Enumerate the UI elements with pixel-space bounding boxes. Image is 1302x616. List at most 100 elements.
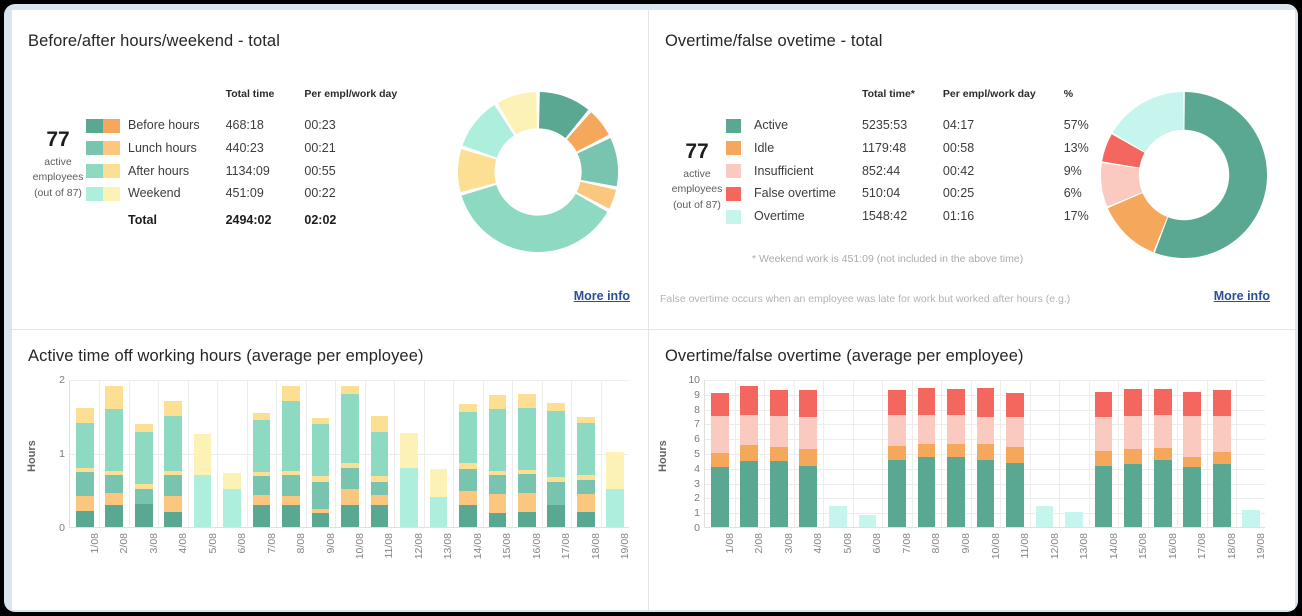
bar-segment — [740, 460, 759, 527]
page-title: Overtime/false ovetime - total — [665, 32, 883, 50]
bar-column[interactable] — [1065, 511, 1083, 527]
weekend-work-note: * Weekend work is 451:09 (not included i… — [752, 253, 1024, 265]
active-employees-count: 77 — [685, 140, 709, 163]
bar-segment — [370, 416, 389, 432]
bar-segment — [75, 471, 94, 496]
bar-segment — [341, 467, 359, 489]
legend-swatch-false-overtime — [726, 182, 754, 205]
bar-column[interactable] — [888, 390, 906, 527]
legend-swatch-active — [726, 114, 754, 137]
bar-column[interactable] — [829, 506, 847, 527]
bar-column[interactable] — [740, 385, 759, 527]
bar-segment — [1183, 466, 1202, 527]
bar-column[interactable] — [75, 408, 94, 527]
bar-segment — [547, 410, 566, 478]
row-total-time: 5235:53 — [861, 118, 908, 133]
bar-segment — [576, 474, 595, 480]
table-row: Idle 1179:48 00:58 13% — [726, 137, 1089, 160]
y-axis-tick: 2 — [59, 374, 65, 386]
y-axis-tick: 3 — [694, 477, 700, 490]
more-info-link-before-after[interactable]: More info — [574, 289, 630, 303]
legend-table-overtime: Total time* Per empl/work day % Active 5… — [726, 88, 1089, 228]
bar-column[interactable] — [1094, 391, 1113, 527]
table-row: Insufficient 852:44 00:42 9% — [726, 159, 1089, 182]
bar-segment — [164, 415, 182, 471]
bar-segment — [400, 467, 418, 527]
bar-segment — [799, 416, 818, 450]
bar-segment — [888, 445, 906, 461]
bar-column[interactable] — [459, 403, 477, 527]
more-info-link-overtime[interactable]: More info — [1214, 289, 1270, 303]
bar-column[interactable] — [1153, 388, 1172, 527]
bar-column[interactable] — [164, 400, 182, 527]
bar-column[interactable] — [1035, 506, 1054, 527]
bar-column[interactable] — [799, 389, 818, 527]
bar-segment — [976, 416, 995, 445]
bar-column[interactable] — [105, 385, 124, 527]
bar-column[interactable] — [282, 385, 300, 527]
bar-column[interactable] — [710, 393, 729, 527]
bar-segment — [917, 413, 936, 445]
bar-segment — [341, 504, 359, 527]
donut-chart-before-after-hours — [452, 92, 624, 252]
bar-column[interactable] — [341, 385, 359, 527]
y-axis-tick: 1 — [59, 448, 65, 460]
bar-column[interactable] — [1242, 510, 1261, 527]
bar-column[interactable] — [976, 388, 995, 527]
y-axis-tick: 7 — [694, 418, 700, 431]
table-row-total: Total 2494:02 02:02 — [86, 205, 397, 231]
bar-segment — [164, 511, 182, 527]
bar-column[interactable] — [370, 416, 389, 527]
bar-segment — [164, 400, 182, 416]
x-axis-tick: 17/08 — [1196, 533, 1209, 560]
bar-column[interactable] — [547, 402, 566, 527]
bar-column[interactable] — [917, 388, 936, 527]
y-axis-tick: 1 — [694, 507, 700, 520]
bar-segment — [400, 433, 418, 468]
emp-line-1: active — [683, 168, 711, 181]
x-axis-tick: 15/08 — [1137, 533, 1150, 560]
bar-column[interactable] — [134, 424, 153, 527]
emp-line-1: active — [44, 156, 72, 169]
row-label: Active — [754, 118, 789, 133]
row-percent: 57% — [1063, 118, 1089, 133]
bar-column[interactable] — [193, 433, 212, 527]
bar-segment — [370, 481, 389, 496]
bar-column[interactable] — [223, 473, 241, 527]
bar-segment — [947, 443, 965, 458]
bar-column[interactable] — [252, 413, 271, 527]
bar-segment — [252, 504, 271, 527]
bar-segment — [1094, 464, 1113, 527]
bar-segment — [252, 470, 271, 476]
bar-column[interactable] — [1183, 391, 1202, 527]
x-axis-tick: 4/08 — [812, 533, 825, 554]
bar-segment — [606, 452, 625, 489]
bar-column[interactable] — [769, 390, 788, 527]
bar-column[interactable] — [488, 394, 507, 527]
bar-column[interactable] — [400, 433, 418, 527]
bar-column[interactable] — [576, 416, 595, 527]
bar-segment — [518, 511, 536, 527]
y-axis-title: Hours — [26, 440, 38, 472]
bar-segment — [947, 456, 965, 527]
bar-segment — [976, 388, 995, 417]
bar-column[interactable] — [311, 417, 330, 527]
bar-column[interactable] — [429, 468, 448, 527]
bar-segment — [976, 459, 995, 527]
bar-column[interactable] — [606, 452, 625, 527]
row-total-time: 440:23 — [225, 141, 264, 156]
active-employees-label: active employees (out of 87) — [657, 167, 737, 213]
bar-segment — [917, 456, 936, 527]
bar-segment — [710, 466, 729, 527]
bar-segment — [429, 496, 448, 527]
table-row: Weekend 451:09 00:22 — [86, 182, 397, 205]
bar-column[interactable] — [947, 388, 965, 527]
bar-column[interactable] — [858, 515, 877, 527]
bar-column[interactable] — [1212, 390, 1231, 527]
bar-segment — [341, 487, 359, 505]
bar-column[interactable] — [1006, 393, 1024, 527]
th-total-time: Total time — [225, 88, 275, 100]
bar-column[interactable] — [518, 393, 536, 527]
bar-segment — [311, 481, 330, 509]
bar-column[interactable] — [1124, 388, 1142, 527]
